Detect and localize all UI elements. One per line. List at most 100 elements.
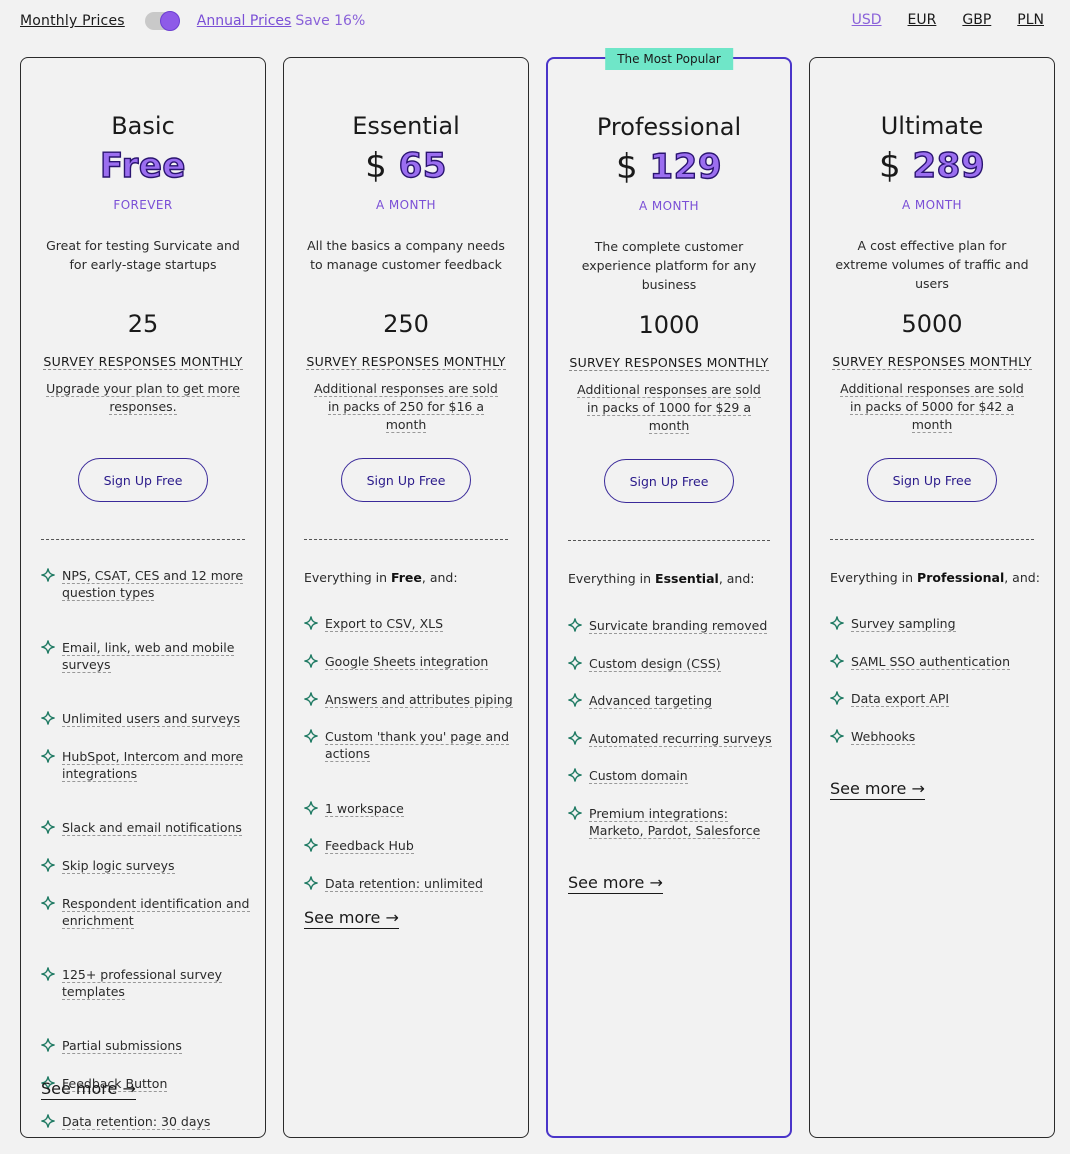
plan-name: Ultimate [880,112,984,140]
intro-suffix: , and: [421,570,458,585]
currency-selector: USD EUR GBP PLN [852,12,1044,28]
features-intro: Everything in Professional, and: [830,570,1040,585]
features-intro: Everything in Free, and: [304,570,514,585]
feature-item: Google Sheets integration [304,653,514,670]
feature-text: Unlimited users and surveys [62,711,240,727]
response-count: 5000 [901,310,963,338]
currency-sign: $ [365,146,387,186]
feature-text: Survey sampling [851,616,956,632]
feature-item: Survicate branding removed [568,617,776,634]
annual-prices-link[interactable]: Annual Prices [197,13,292,29]
see-more-link[interactable]: See more → [304,908,399,929]
response-count: 1000 [638,311,700,339]
billing-period: A MONTH [639,199,699,213]
card-divider [304,539,508,540]
sparkle-icon [304,876,318,890]
feature-text: Premium integrations: Marketo, Pardot, S… [589,806,761,839]
annual-savings-label: Save 16% [295,13,366,29]
feature-text: Email, link, web and mobile surveys [62,640,235,673]
additional-responses-note: Additional responses are sold in packs o… [308,380,504,434]
response-label: SURVEY RESPONSES MONTHLY [284,354,528,370]
billing-period: A MONTH [376,198,436,212]
billing-period-switch[interactable] [144,11,180,31]
see-more-link[interactable]: See more → [830,779,925,800]
plan-description: The complete customer experience platfor… [581,239,757,292]
currency-gbp[interactable]: GBP [962,12,991,28]
feature-item: Custom 'thank you' page and actions [304,728,514,762]
feature-text: Respondent identification and enrichment [62,896,250,929]
intro-previous-plan: Professional [917,570,1005,585]
plan-name: Professional [596,113,742,141]
currency-sign: $ [879,146,901,186]
feature-text: Slack and email notifications [62,820,242,836]
sparkle-icon [830,654,844,668]
plan-description: All the basics a company needs to manage… [307,238,505,272]
currency-eur[interactable]: EUR [908,12,937,28]
sparkle-icon [41,568,55,582]
billing-period: A MONTH [902,198,962,212]
sign-up-free-button[interactable]: Sign Up Free [604,459,734,503]
response-label: SURVEY RESPONSES MONTHLY [548,355,790,371]
annual-prices-group[interactable]: Annual Prices Save 16% [197,13,366,29]
additional-responses-text: Additional responses are sold in packs o… [314,381,498,433]
feature-item: Survey sampling [830,615,1040,632]
sparkle-icon [568,806,582,820]
feature-item: Feedback Hub [304,837,514,854]
intro-previous-plan: Free [391,570,422,585]
sparkle-icon [568,768,582,782]
see-more-link[interactable]: See more → [41,1079,136,1100]
feature-item: Data retention: unlimited [304,875,514,892]
feature-text: Advanced targeting [589,693,713,709]
feature-text: NPS, CSAT, CES and 12 more question type… [62,568,244,601]
feature-item: Automated recurring surveys [568,730,776,747]
intro-previous-plan: Essential [655,571,719,586]
sparkle-icon [41,967,55,981]
feature-text: Skip logic surveys [62,858,175,874]
feature-item: Premium integrations: Marketo, Pardot, S… [568,805,776,839]
feature-item: Custom domain [568,767,776,784]
sign-up-free-button[interactable]: Sign Up Free [341,458,471,502]
features-intro: Everything in Essential, and: [568,571,776,586]
sparkle-icon [568,731,582,745]
sparkle-icon [41,711,55,725]
currency-pln[interactable]: PLN [1017,12,1044,28]
sparkle-icon [41,749,55,763]
response-label-text: SURVEY RESPONSES MONTHLY [43,354,243,370]
plan-price: $ 289 [810,145,1054,186]
feature-item: Answers and attributes piping [304,691,514,708]
most-popular-badge: The Most Popular [605,48,733,70]
sparkle-icon [304,801,318,815]
sparkle-icon [304,654,318,668]
card-divider [568,540,770,541]
currency-sign: $ [616,147,638,187]
price-amount: Free [99,145,186,186]
feature-item: Respondent identification and enrichment [41,895,251,929]
feature-item: HubSpot, Intercom and more integrations [41,748,251,782]
currency-usd[interactable]: USD [852,12,882,28]
response-label-text: SURVEY RESPONSES MONTHLY [832,354,1032,370]
monthly-prices-link[interactable]: Monthly Prices [20,13,125,29]
feature-item: Email, link, web and mobile surveys [41,639,251,673]
feature-list: Survey sampling SAML SSO authentication Da… [830,615,1040,745]
feature-text: Custom domain [589,768,688,784]
response-label: SURVEY RESPONSES MONTHLY [810,354,1054,370]
sparkle-icon [830,729,844,743]
feature-text: Export to CSV, XLS [325,616,444,632]
billing-period: FOREVER [113,198,173,212]
sparkle-icon [41,820,55,834]
intro-suffix: , and: [718,571,755,586]
sparkle-icon [304,692,318,706]
feature-item: Partial submissions [41,1037,251,1054]
sparkle-icon [41,640,55,654]
intro-prefix: Everything in [568,571,656,586]
feature-text: 125+ professional survey templates [62,967,223,1000]
feature-item: NPS, CSAT, CES and 12 more question type… [41,567,251,601]
plan-price: $ 129 [548,146,790,187]
see-more-link[interactable]: See more → [568,873,663,894]
plan-card-basic: Basic Free FOREVER Great for testing Survic… [20,57,266,1138]
feature-text: Custom 'thank you' page and actions [325,729,510,762]
sparkle-icon [304,838,318,852]
sign-up-free-button[interactable]: Sign Up Free [78,458,208,502]
sign-up-free-button[interactable]: Sign Up Free [867,458,997,502]
card-divider [41,539,245,540]
